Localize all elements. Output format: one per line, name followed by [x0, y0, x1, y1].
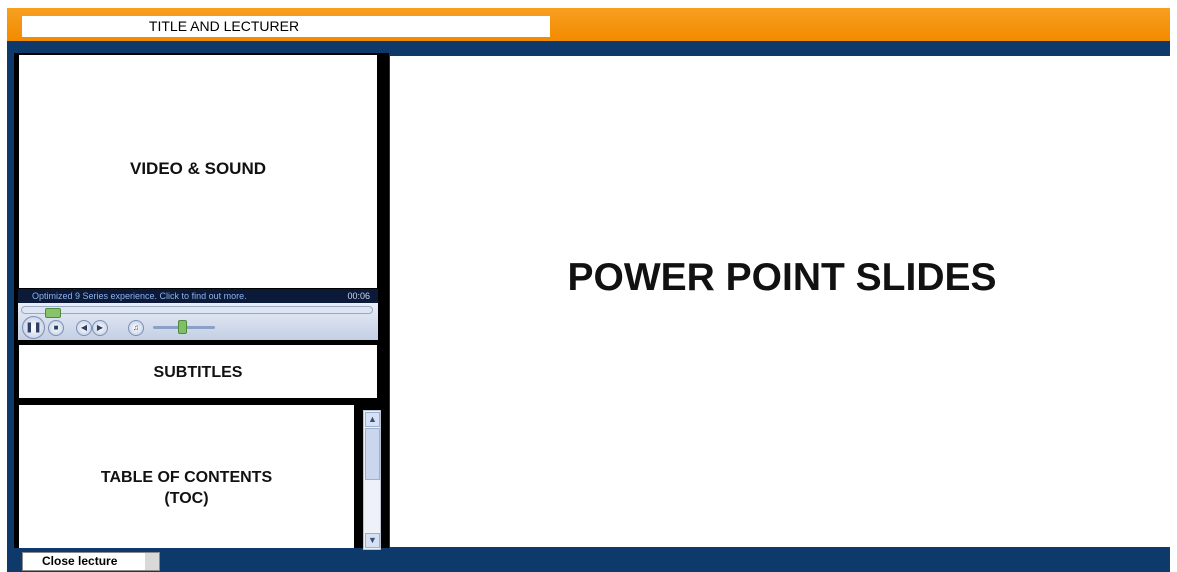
seek-bar[interactable]: [21, 306, 373, 318]
toc-label: TABLE OF CONTENTS (TOC): [19, 467, 354, 509]
video-label: VIDEO & SOUND: [129, 159, 267, 178]
seek-thumb[interactable]: [45, 308, 61, 318]
scroll-up-icon[interactable]: ▲: [365, 412, 380, 427]
pause-icon[interactable]: ❚❚: [22, 316, 45, 339]
video-panel[interactable]: VIDEO & SOUND: [19, 55, 377, 288]
toc-scrollbar[interactable]: ▲ ▼: [363, 410, 381, 550]
close-lecture-button[interactable]: Close lecture: [22, 552, 160, 571]
mute-icon[interactable]: ♫: [128, 320, 144, 336]
subtitles-panel: SUBTITLES: [19, 345, 377, 398]
slides-label: POWER POINT SLIDES: [567, 256, 997, 299]
left-column: VIDEO & SOUND Optimized 9 Series experie…: [14, 53, 389, 550]
toc-label-line2: (TOC): [164, 490, 209, 507]
scroll-down-icon[interactable]: ▼: [365, 533, 380, 548]
lecture-frame: TITLE AND LECTURER VIDEO & SOUND Optimiz…: [7, 8, 1174, 572]
player-message[interactable]: Optimized 9 Series experience. Click to …: [32, 289, 247, 303]
volume-thumb[interactable]: [178, 320, 187, 334]
close-lecture-label: Close lecture: [42, 554, 118, 568]
title-box: TITLE AND LECTURER: [22, 16, 550, 37]
toc-panel[interactable]: TABLE OF CONTENTS (TOC): [19, 405, 354, 548]
previous-icon[interactable]: ◀: [76, 320, 92, 336]
player-time: 00:06: [347, 291, 370, 301]
header-bar: TITLE AND LECTURER: [7, 8, 1170, 41]
button-grip: [145, 553, 159, 570]
next-icon[interactable]: ▶: [92, 320, 108, 336]
player-controls: ❚❚ ■ ◀ ▶ ♫: [18, 303, 378, 340]
subtitles-label: SUBTITLES: [153, 364, 243, 381]
toc-label-line1: TABLE OF CONTENTS: [100, 469, 273, 486]
scroll-thumb[interactable]: [365, 428, 380, 480]
title-label: TITLE AND LECTURER: [148, 18, 300, 34]
player-status-bar[interactable]: Optimized 9 Series experience. Click to …: [18, 289, 378, 303]
stop-icon[interactable]: ■: [48, 320, 64, 336]
slides-panel[interactable]: POWER POINT SLIDES: [390, 56, 1174, 547]
